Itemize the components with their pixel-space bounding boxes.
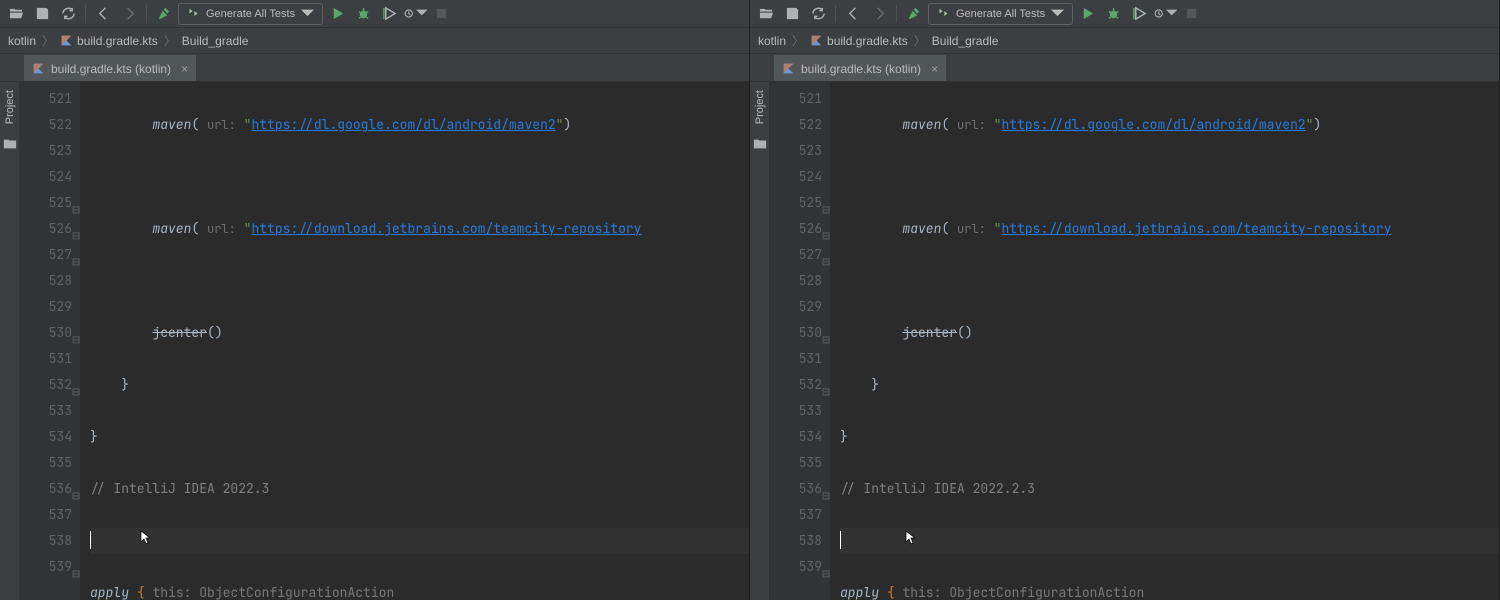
run-icon[interactable]: [325, 2, 349, 26]
forward-icon[interactable]: [117, 2, 141, 26]
coverage-icon[interactable]: [1127, 2, 1151, 26]
main-toolbar: Generate All Tests: [0, 0, 749, 28]
refresh-icon[interactable]: [806, 2, 830, 26]
code-editor[interactable]: maven( url: "https://dl.google.com/dl/an…: [830, 82, 1499, 600]
run-icon[interactable]: [1075, 2, 1099, 26]
main-toolbar: Generate All Tests: [750, 0, 1499, 28]
back-icon[interactable]: [841, 2, 865, 26]
project-tool-tab[interactable]: Project: [754, 90, 766, 124]
crumb-root[interactable]: kotlin: [8, 34, 36, 48]
fold-icon[interactable]: ⊟: [68, 483, 80, 495]
coverage-icon[interactable]: [377, 2, 401, 26]
tab-build-gradle[interactable]: build.gradle.kts (kotlin) ×: [24, 55, 196, 81]
project-tool-tab[interactable]: Project: [4, 90, 16, 124]
save-icon[interactable]: [780, 2, 804, 26]
fold-icon[interactable]: ⊟: [818, 223, 830, 235]
run-config-selector[interactable]: Generate All Tests: [928, 3, 1073, 25]
fold-icon[interactable]: ⊟: [68, 561, 80, 573]
crumb-file[interactable]: build.gradle.kts: [60, 34, 158, 48]
fold-icon[interactable]: ⊟: [818, 197, 830, 209]
left-tool-strip: Project: [750, 82, 770, 600]
left-tool-strip: Project: [0, 82, 20, 600]
fold-icon[interactable]: ⊟: [68, 249, 80, 261]
run-config-label: Generate All Tests: [206, 8, 295, 20]
chevron-right-icon: 〉: [792, 32, 804, 49]
fold-icon[interactable]: ⊟: [818, 249, 830, 261]
run-config-selector[interactable]: Generate All Tests: [178, 3, 323, 25]
fold-icon[interactable]: ⊟: [68, 379, 80, 391]
hammer-icon[interactable]: [152, 2, 176, 26]
folder-icon[interactable]: [752, 136, 768, 152]
back-icon[interactable]: [91, 2, 115, 26]
editor-area: Project 521522523524 525⊟ 526⊟ 527⊟ 5285…: [750, 82, 1499, 600]
fold-icon[interactable]: ⊟: [818, 561, 830, 573]
folder-icon[interactable]: [2, 136, 18, 152]
profile-icon[interactable]: [1153, 2, 1177, 26]
breadcrumb: kotlin 〉 build.gradle.kts 〉 Build_gradle: [0, 28, 749, 54]
editor-pane-left: Generate All Tests kotlin 〉 build.gradle…: [0, 0, 750, 600]
editor-tabs: build.gradle.kts (kotlin) ×: [0, 54, 749, 82]
breadcrumb: kotlin 〉 build.gradle.kts 〉 Build_gradle: [750, 28, 1499, 54]
crumb-symbol[interactable]: Build_gradle: [182, 34, 249, 48]
crumb-file[interactable]: build.gradle.kts: [810, 34, 908, 48]
chevron-right-icon: 〉: [914, 32, 926, 49]
chevron-down-icon: [301, 7, 314, 20]
code-editor[interactable]: maven( url: "https://dl.google.com/dl/an…: [80, 82, 749, 600]
stop-icon[interactable]: [429, 2, 453, 26]
fold-icon[interactable]: ⊟: [68, 197, 80, 209]
open-icon[interactable]: [754, 2, 778, 26]
hammer-icon[interactable]: [902, 2, 926, 26]
gutter[interactable]: 521522523524 525⊟ 526⊟ 527⊟ 528529 530⊟ …: [20, 82, 80, 600]
chevron-down-icon: [1051, 7, 1064, 20]
chevron-right-icon: 〉: [42, 32, 54, 49]
fold-icon[interactable]: ⊟: [818, 327, 830, 339]
editor-tabs: build.gradle.kts (kotlin) ×: [750, 54, 1499, 82]
tab-label: build.gradle.kts (kotlin): [51, 62, 171, 76]
editor-pane-right: Generate All Tests kotlin 〉 build.gradle…: [750, 0, 1500, 600]
crumb-symbol[interactable]: Build_gradle: [932, 34, 999, 48]
close-icon[interactable]: ×: [181, 62, 188, 76]
close-icon[interactable]: ×: [931, 62, 938, 76]
fold-icon[interactable]: ⊟: [68, 327, 80, 339]
fold-icon[interactable]: ⊟: [818, 379, 830, 391]
editor-area: Project 521522523524 525⊟ 526⊟ 527⊟ 5285…: [0, 82, 749, 600]
crumb-root[interactable]: kotlin: [758, 34, 786, 48]
open-icon[interactable]: [4, 2, 28, 26]
chevron-right-icon: 〉: [164, 32, 176, 49]
stop-icon[interactable]: [1179, 2, 1203, 26]
debug-icon[interactable]: [351, 2, 375, 26]
forward-icon[interactable]: [867, 2, 891, 26]
run-config-label: Generate All Tests: [956, 8, 1045, 20]
profile-icon[interactable]: [403, 2, 427, 26]
tab-build-gradle[interactable]: build.gradle.kts (kotlin) ×: [774, 55, 946, 81]
tab-label: build.gradle.kts (kotlin): [801, 62, 921, 76]
fold-icon[interactable]: ⊟: [68, 223, 80, 235]
save-icon[interactable]: [30, 2, 54, 26]
fold-icon[interactable]: ⊟: [818, 483, 830, 495]
debug-icon[interactable]: [1101, 2, 1125, 26]
refresh-icon[interactable]: [56, 2, 80, 26]
gutter[interactable]: 521522523524 525⊟ 526⊟ 527⊟ 528529 530⊟ …: [770, 82, 830, 600]
